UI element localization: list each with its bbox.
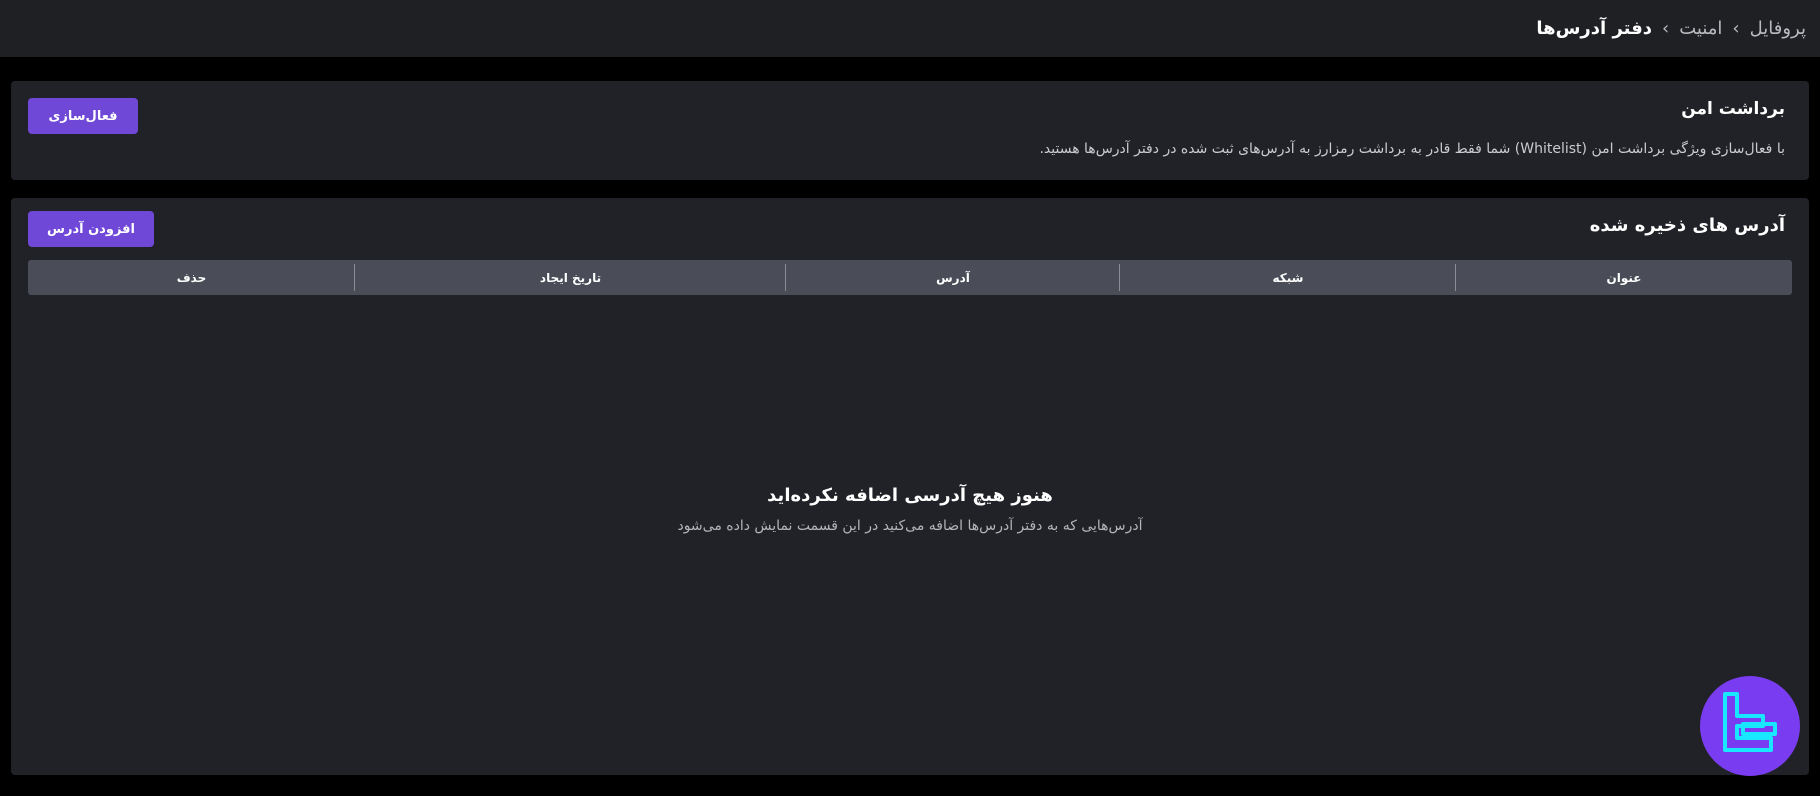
column-header-created-date: تاریخ ایجاد	[355, 260, 786, 295]
column-header-network: شبکه	[1120, 260, 1456, 295]
secure-withdrawal-card: برداشت امن با فعال‌سازی ویژگی برداشت امن…	[11, 81, 1809, 180]
breadcrumb-address-book: دفتر آدرس‌ها	[1536, 18, 1653, 39]
add-address-button[interactable]: افزودن آدرس	[28, 211, 154, 247]
empty-state-title: هنوز هیچ آدرسی اضافه نکرده‌اید	[767, 485, 1053, 506]
saved-addresses-card: آدرس های ذخیره شده افزودن آدرس عنوان شبک…	[11, 198, 1809, 775]
column-header-address: آدرس	[786, 260, 1120, 295]
brand-logo-glyph	[1723, 692, 1777, 752]
secure-withdrawal-description: با فعال‌سازی ویژگی برداشت امن (Whitelist…	[1039, 141, 1785, 157]
breadcrumb: پروفایل › امنیت › دفتر آدرس‌ها	[1536, 18, 1806, 39]
empty-state: هنوز هیچ آدرسی اضافه نکرده‌اید آدرس‌هایی…	[11, 485, 1809, 534]
brand-logo-icon[interactable]	[1700, 676, 1800, 776]
secure-withdrawal-title: برداشت امن	[1681, 99, 1785, 119]
addresses-table-header: عنوان شبکه آدرس تاریخ ایجاد حذف	[28, 260, 1792, 295]
column-header-delete: حذف	[28, 260, 355, 295]
empty-state-subtitle: آدرس‌هایی که به دفتر آدرس‌ها اضافه می‌کن…	[677, 518, 1143, 534]
column-header-title: عنوان	[1606, 270, 1642, 285]
saved-addresses-title: آدرس های ذخیره شده	[1589, 215, 1785, 236]
breadcrumb-profile[interactable]: پروفایل	[1750, 18, 1806, 39]
chevron-left-icon: ›	[1732, 18, 1740, 39]
top-bar: پروفایل › امنیت › دفتر آدرس‌ها	[0, 0, 1820, 57]
breadcrumb-security[interactable]: امنیت	[1679, 18, 1722, 39]
chevron-left-icon: ›	[1662, 18, 1670, 39]
activate-button[interactable]: فعال‌سازی	[28, 98, 138, 134]
